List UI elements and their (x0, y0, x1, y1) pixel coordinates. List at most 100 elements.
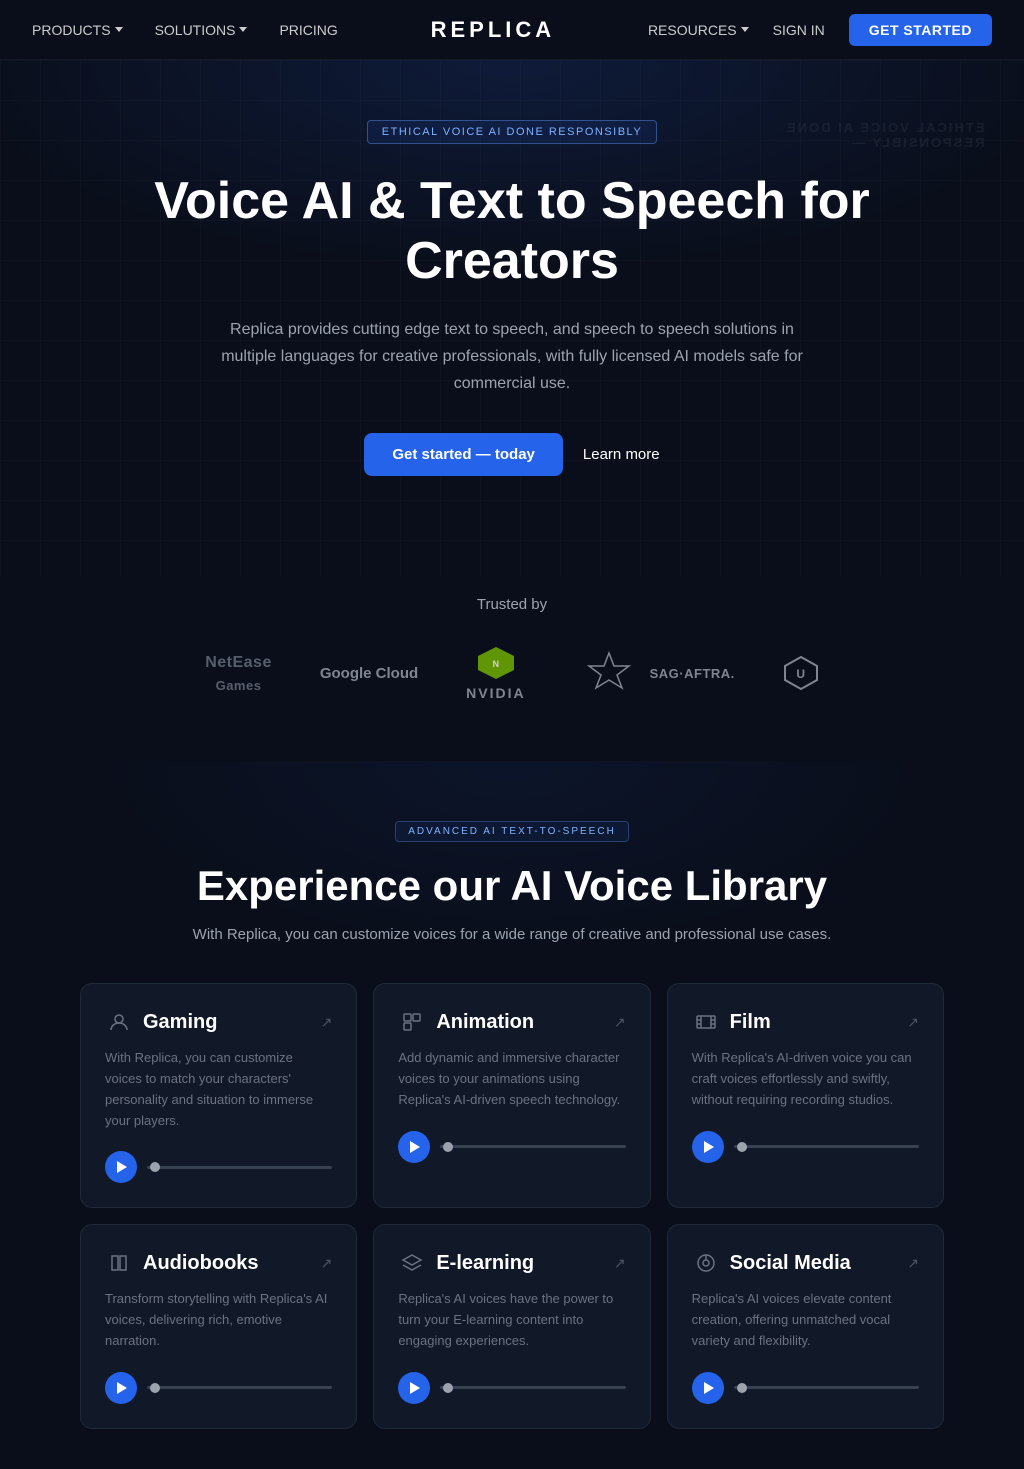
animation-play-icon (410, 1141, 420, 1153)
social-media-play-button[interactable] (692, 1372, 724, 1404)
svg-text:U: U (796, 667, 805, 681)
unity-icon: U (783, 655, 819, 691)
animation-audio-player (398, 1131, 625, 1163)
nav-pricing-label: PRICING (279, 22, 337, 38)
hero-section: ETHICAL VOICE AI DONERESPONSIBLY — ETHIC… (0, 60, 1024, 576)
film-play-button[interactable] (692, 1131, 724, 1163)
social-media-progress-dot (737, 1383, 747, 1393)
card-film: Film ↗ With Replica's AI-driven voice yo… (667, 983, 944, 1208)
gaming-play-icon (117, 1161, 127, 1173)
card-social-media-header: Social Media ↗ (692, 1249, 919, 1277)
audiobooks-icon (105, 1249, 133, 1277)
logo-google-cloud: Google Cloud (320, 665, 418, 682)
voice-library-badge: ADVANCED AI TEXT-TO-SPEECH (395, 821, 629, 842)
gaming-external-link[interactable]: ↗ (321, 1014, 333, 1031)
cards-grid: Gaming ↗ With Replica, you can customize… (32, 983, 992, 1429)
voice-library-subtitle: With Replica, you can customize voices f… (32, 926, 992, 943)
nav-right: RESOURCES SIGN IN GET STARTED (648, 14, 992, 46)
elearning-play-button[interactable] (398, 1372, 430, 1404)
animation-title: Animation (436, 1011, 534, 1034)
card-gaming: Gaming ↗ With Replica, you can customize… (80, 983, 357, 1208)
animation-desc: Add dynamic and immersive character voic… (398, 1048, 625, 1110)
nav-resources-label: RESOURCES (648, 22, 737, 38)
nav-products-label: PRODUCTS (32, 22, 111, 38)
hero-badge: ETHICAL VOICE AI DONE RESPONSIBLY (367, 120, 657, 144)
gaming-icon (105, 1008, 133, 1036)
gaming-play-button[interactable] (105, 1151, 137, 1183)
navbar: PRODUCTS SOLUTIONS PRICING REPLICA RESOU… (0, 0, 1024, 60)
nav-pricing[interactable]: PRICING (279, 22, 337, 38)
animation-external-link[interactable]: ↗ (614, 1014, 626, 1031)
social-media-external-link[interactable]: ↗ (907, 1255, 919, 1272)
animation-progress-track[interactable] (440, 1145, 625, 1148)
elearning-icon (398, 1249, 426, 1277)
logo-sag-aftra: SAG·AFTRA. (574, 648, 735, 698)
gaming-progress-dot (150, 1162, 160, 1172)
elearning-desc: Replica's AI voices have the power to tu… (398, 1289, 625, 1351)
card-audiobooks: Audiobooks ↗ Transform storytelling with… (80, 1224, 357, 1428)
film-icon (692, 1008, 720, 1036)
voice-library-section: ADVANCED AI TEXT-TO-SPEECH Experience ou… (0, 761, 1024, 1469)
svg-text:N: N (492, 659, 499, 669)
film-play-icon (704, 1141, 714, 1153)
site-logo[interactable]: REPLICA (431, 17, 556, 43)
hero-subtitle: Replica provides cutting edge text to sp… (202, 316, 822, 398)
nav-left: PRODUCTS SOLUTIONS PRICING (32, 22, 338, 38)
hero-content: ETHICAL VOICE AI DONE RESPONSIBLY Voice … (0, 60, 1024, 576)
audiobooks-desc: Transform storytelling with Replica's AI… (105, 1289, 332, 1351)
elearning-progress-track[interactable] (440, 1386, 625, 1389)
card-animation-title-row: Animation (398, 1008, 534, 1036)
card-social-media: Social Media ↗ Replica's AI voices eleva… (667, 1224, 944, 1428)
elearning-progress-dot (443, 1383, 453, 1393)
film-progress-track[interactable] (734, 1145, 919, 1148)
trusted-label: Trusted by (32, 596, 992, 613)
card-elearning-title-row: E-learning (398, 1249, 534, 1277)
film-audio-player (692, 1131, 919, 1163)
gaming-progress-track[interactable] (147, 1166, 332, 1169)
nav-resources[interactable]: RESOURCES (648, 22, 749, 38)
nav-signin-label: SIGN IN (773, 22, 825, 38)
hero-buttons: Get started — today Learn more (32, 433, 992, 476)
hero-title: Voice AI & Text to Speech for Creators (112, 172, 912, 292)
audiobooks-external-link[interactable]: ↗ (321, 1255, 333, 1272)
social-media-desc: Replica's AI voices elevate content crea… (692, 1289, 919, 1351)
card-gaming-title-row: Gaming (105, 1008, 217, 1036)
film-external-link[interactable]: ↗ (907, 1014, 919, 1031)
nav-solutions[interactable]: SOLUTIONS (155, 22, 248, 38)
card-elearning-header: E-learning ↗ (398, 1249, 625, 1277)
nav-resources-chevron (741, 27, 749, 32)
card-social-media-title-row: Social Media (692, 1249, 851, 1277)
hero-cta-secondary[interactable]: Learn more (583, 446, 660, 463)
film-title: Film (730, 1011, 771, 1034)
gaming-audio-player (105, 1151, 332, 1183)
elearning-external-link[interactable]: ↗ (614, 1255, 626, 1272)
logos-row: NetEase Games Google Cloud N NVIDIA SAG·… (32, 645, 992, 701)
audiobooks-progress-dot (150, 1383, 160, 1393)
social-media-audio-player (692, 1372, 919, 1404)
animation-icon (398, 1008, 426, 1036)
logo-netease: NetEase Games (205, 653, 272, 694)
logo-nvidia: N NVIDIA (466, 645, 525, 701)
card-film-title-row: Film (692, 1008, 771, 1036)
card-animation-header: Animation ↗ (398, 1008, 625, 1036)
trusted-section: Trusted by NetEase Games Google Cloud N … (0, 576, 1024, 761)
hero-cta-primary[interactable]: Get started — today (364, 433, 563, 476)
film-desc: With Replica's AI-driven voice you can c… (692, 1048, 919, 1110)
nav-signin[interactable]: SIGN IN (773, 22, 825, 38)
film-progress-dot (737, 1142, 747, 1152)
nav-products[interactable]: PRODUCTS (32, 22, 123, 38)
gaming-title: Gaming (143, 1011, 217, 1034)
elearning-audio-player (398, 1372, 625, 1404)
animation-progress-dot (443, 1142, 453, 1152)
nav-get-started-button[interactable]: GET STARTED (849, 14, 992, 46)
social-media-progress-track[interactable] (734, 1386, 919, 1389)
gaming-desc: With Replica, you can customize voices t… (105, 1048, 332, 1131)
card-audiobooks-header: Audiobooks ↗ (105, 1249, 332, 1277)
audiobooks-play-button[interactable] (105, 1372, 137, 1404)
animation-play-button[interactable] (398, 1131, 430, 1163)
nav-solutions-chevron (239, 27, 247, 32)
audiobooks-progress-track[interactable] (147, 1386, 332, 1389)
social-media-title: Social Media (730, 1252, 851, 1275)
logo-unity: U (783, 655, 819, 691)
card-gaming-header: Gaming ↗ (105, 1008, 332, 1036)
